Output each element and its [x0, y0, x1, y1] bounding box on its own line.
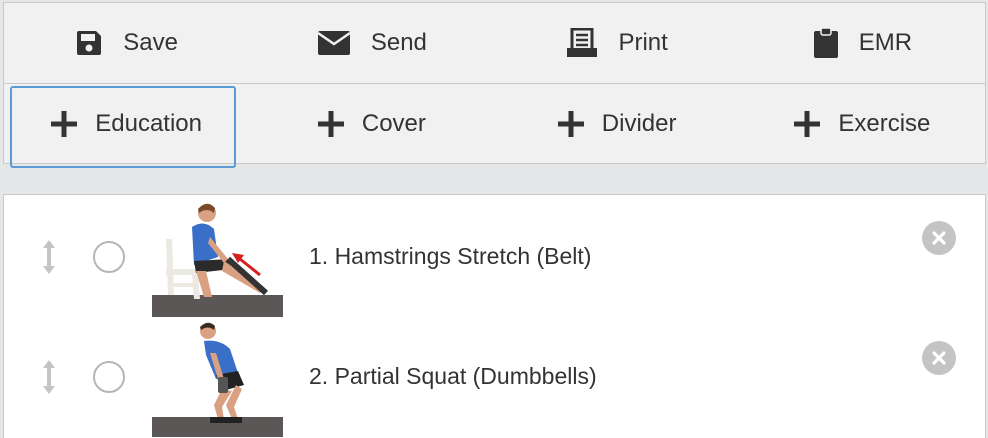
emr-button[interactable]: EMR	[740, 3, 985, 83]
plus-icon	[51, 111, 78, 137]
add-education-label: Education	[95, 110, 202, 137]
exercise-title[interactable]: 1. Hamstrings Stretch (Belt)	[309, 243, 591, 270]
drag-handle-icon[interactable]	[38, 359, 60, 395]
plus-icon	[557, 111, 584, 137]
add-divider-button[interactable]: Divider	[495, 84, 740, 164]
remove-icon[interactable]	[922, 341, 956, 375]
print-icon	[566, 28, 598, 58]
add-divider-label: Divider	[601, 110, 677, 137]
list-item: 1. Hamstrings Stretch (Belt)	[4, 197, 985, 317]
send-label: Send	[370, 29, 427, 56]
envelope-icon	[317, 30, 351, 56]
plus-icon	[794, 111, 821, 137]
exercise-thumbnail	[152, 319, 283, 437]
emr-label: EMR	[858, 29, 913, 56]
exercise-list: 1. Hamstrings Stretch (Belt) 2. Partial …	[3, 194, 986, 438]
add-exercise-label: Exercise	[838, 110, 931, 137]
print-label: Print	[618, 29, 668, 56]
select-radio[interactable]	[93, 361, 125, 393]
save-icon	[75, 29, 103, 57]
exercise-title[interactable]: 2. Partial Squat (Dumbbells)	[309, 363, 597, 390]
add-education-button[interactable]: Education	[4, 84, 249, 168]
exercise-thumbnail	[152, 199, 283, 317]
add-exercise-button[interactable]: Exercise	[740, 84, 985, 164]
add-cover-button[interactable]: Cover	[249, 84, 494, 164]
add-row: Education Cover Divider Exercise	[4, 83, 985, 168]
save-button[interactable]: Save	[4, 3, 249, 83]
plus-icon	[317, 111, 344, 137]
action-row: Save Send Print EMR	[4, 3, 985, 83]
list-item: 2. Partial Squat (Dumbbells)	[4, 317, 985, 437]
clipboard-icon	[813, 27, 839, 59]
remove-icon[interactable]	[922, 221, 956, 255]
print-button[interactable]: Print	[495, 3, 740, 83]
add-cover-label: Cover	[361, 110, 426, 137]
drag-handle-icon[interactable]	[38, 239, 60, 275]
toolbar: Save Send Print EMR Education Cover Divi…	[3, 2, 986, 168]
select-radio[interactable]	[93, 241, 125, 273]
send-button[interactable]: Send	[249, 3, 494, 83]
save-label: Save	[123, 29, 178, 56]
